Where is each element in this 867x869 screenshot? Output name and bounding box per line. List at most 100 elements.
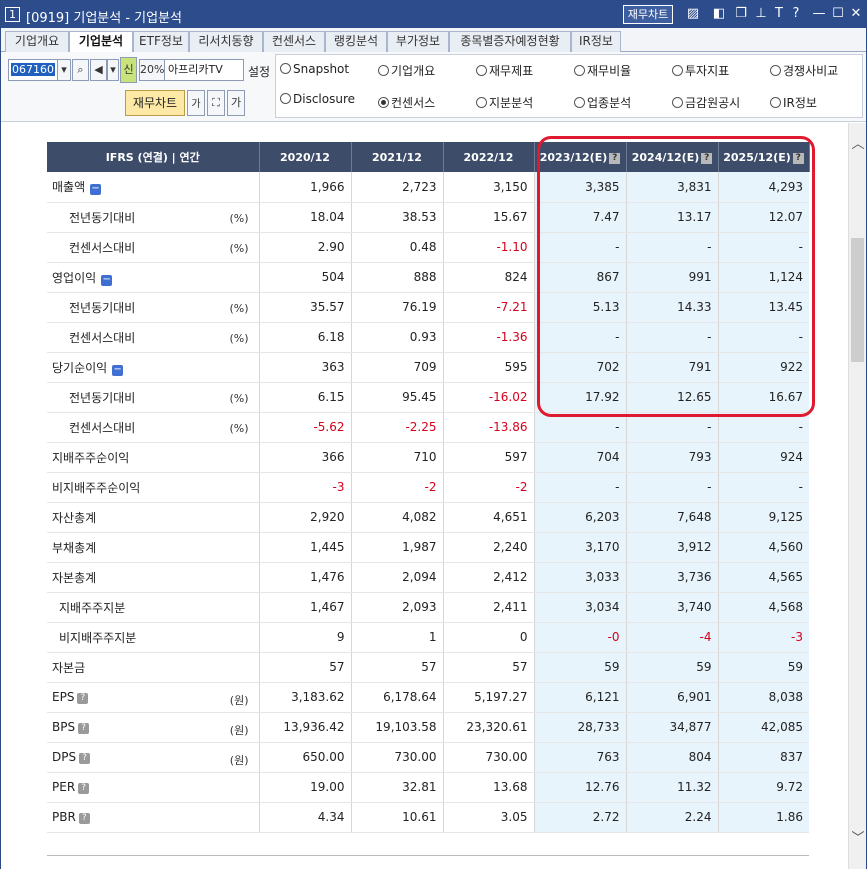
chart-icon[interactable]: ▨ — [685, 6, 701, 22]
help-icon[interactable]: ? — [788, 6, 804, 22]
estimate-help-icon[interactable]: ? — [792, 152, 804, 164]
row-label: 부채총계 — [52, 540, 97, 555]
column-header-label: 2023/12(E) — [539, 150, 608, 164]
scroll-thumb[interactable] — [851, 238, 864, 362]
scroll-down-icon[interactable]: ﹀ — [849, 831, 867, 847]
estimate-help-icon[interactable]: ? — [701, 152, 713, 164]
tab-etf-info[interactable]: ETF정보 — [133, 31, 189, 52]
collapse-icon[interactable]: − — [101, 274, 113, 286]
value-cell: 4,560 — [717, 532, 809, 563]
table-row: EPS? (원) 3,183.62 6,178.64 5,197.27 6,121 6,90… — [47, 682, 809, 713]
radio-indicator — [770, 65, 781, 76]
font-size-up-button[interactable]: 가 — [227, 90, 245, 116]
layout-icon[interactable]: ◧ — [711, 6, 727, 22]
percent-field[interactable]: 20% — [139, 59, 165, 81]
help-icon[interactable]: ? — [78, 723, 90, 734]
help-icon[interactable]: ? — [78, 813, 90, 824]
value-cell: - — [717, 412, 809, 443]
collapse-icon[interactable]: − — [112, 364, 124, 376]
tab-consensus[interactable]: 컨센서스 — [263, 31, 325, 52]
speaker-icon[interactable]: ◀ — [90, 59, 107, 81]
window-number[interactable]: 1 — [5, 7, 20, 22]
table-row: 자산총계 2,920 4,082 4,651 6,203 7,648 9,125 — [47, 502, 809, 533]
consensus-table: IFRS (연결) | 연간 2020/12 2021/12 2022/12 2023/… — [47, 142, 810, 833]
fit-screen-icon[interactable]: ⛶ — [207, 90, 225, 116]
vertical-scrollbar[interactable]: ︿ ﹀ — [848, 123, 866, 869]
search-icon[interactable]: ⌕ — [72, 59, 89, 81]
value-cell: 5.13 — [533, 292, 626, 323]
app-window: 1 [0919] 기업분석 - 기업분석 재무차트 ▨ ◧ ❐ ⊥ T ? — … — [0, 0, 867, 869]
table-row: 지배주주순이익 366 710 597 704 793 924 — [47, 442, 809, 473]
radio-label: IR정보 — [783, 96, 817, 110]
fin-chart-button[interactable]: 재무차트 — [125, 90, 185, 116]
value-cell: - — [533, 412, 626, 443]
code-dropdown-icon[interactable]: ▾ — [57, 59, 71, 81]
column-header-label: 2025/12(E) — [723, 150, 791, 164]
help-icon[interactable]: ? — [79, 753, 91, 764]
pin-icon[interactable]: ⊥ — [753, 6, 769, 22]
radio-financial-ratios[interactable]: 재무비율 — [574, 62, 631, 79]
radio-label: Snapshot — [293, 62, 350, 76]
row-label-cell: 지배주주순이익 — [47, 442, 259, 473]
value-cell: 35.57 — [258, 292, 351, 323]
close-icon[interactable]: ✕ — [848, 6, 864, 22]
tab-capital-increase[interactable]: 종목별증자예정현황 — [449, 31, 571, 52]
radio-fss-disclosure[interactable]: 금감원공시 — [672, 94, 740, 111]
radio-company-overview[interactable]: 기업개요 — [378, 62, 435, 79]
help-icon[interactable]: ? — [77, 693, 89, 704]
tab-ir-info[interactable]: IR정보 — [571, 31, 621, 52]
row-label: 컨센서스대비 — [69, 240, 136, 255]
table-body: 매출액 −1,966 2,723 3,150 3,385 3,831 4,293 전년동기대비… — [47, 172, 809, 833]
value-cell: 32.81 — [350, 772, 443, 803]
value-cell: -16.02 — [442, 382, 534, 413]
value-cell: -2 — [442, 472, 534, 503]
value-cell: 922 — [717, 352, 809, 383]
collapse-icon[interactable]: − — [90, 184, 102, 196]
radio-investment-indicators[interactable]: 투자지표 — [672, 62, 729, 79]
title-bar: 1 [0919] 기업분석 - 기업분석 재무차트 ▨ ◧ ❐ ⊥ T ? — … — [1, 1, 866, 28]
value-cell: 4,651 — [442, 502, 534, 533]
maximize-icon[interactable]: ☐ — [830, 6, 846, 22]
radio-peer-comparison[interactable]: 경쟁사비교 — [770, 62, 838, 79]
stock-code-input[interactable]: 067160 — [8, 59, 58, 81]
speaker-dropdown-icon[interactable]: ▾ — [107, 59, 119, 81]
titlebar-fin-chart-button[interactable]: 재무차트 — [623, 5, 673, 24]
value-cell: 3,912 — [625, 532, 718, 563]
value-cell: 2.24 — [625, 802, 718, 833]
value-cell: 595 — [442, 352, 534, 383]
radio-consensus[interactable]: 컨센서스 — [378, 94, 435, 111]
radio-equity-analysis[interactable]: 지분분석 — [476, 94, 533, 111]
radio-financial-statements[interactable]: 재무제표 — [476, 62, 533, 79]
new-badge[interactable]: 신 — [120, 57, 137, 83]
scroll-up-icon[interactable]: ︿ — [849, 137, 867, 153]
font-icon[interactable]: T — [771, 6, 787, 22]
column-header-label: 2022/12 — [463, 150, 514, 164]
font-size-down-button[interactable]: 가 — [187, 90, 205, 116]
copy-icon[interactable]: ❐ — [733, 6, 749, 22]
value-cell: 11.32 — [625, 772, 718, 803]
estimate-help-icon[interactable]: ? — [609, 152, 621, 164]
table-row: 컨센서스대비 (%) -5.62 -2.25 -13.86- - - — [47, 412, 809, 443]
tab-research[interactable]: 리서치동향 — [189, 31, 263, 52]
tab-company-overview[interactable]: 기업개요 — [5, 31, 69, 52]
value-cell: 6.15 — [258, 382, 351, 413]
radio-disclosure[interactable]: Disclosure — [280, 92, 355, 106]
radio-snapshot[interactable]: Snapshot — [280, 62, 349, 76]
minimize-icon[interactable]: — — [811, 6, 827, 22]
company-name-field[interactable]: 아프리카TV — [164, 59, 244, 81]
row-label: 비지배주주순이익 — [52, 480, 141, 495]
tab-ranking[interactable]: 랭킹분석 — [325, 31, 387, 52]
value-cell: 710 — [350, 442, 443, 473]
radio-ir-info[interactable]: IR정보 — [770, 94, 817, 111]
tab-company-analysis[interactable]: 기업분석 — [69, 31, 133, 53]
radio-industry-analysis[interactable]: 업종분석 — [574, 94, 631, 111]
row-label: PER — [52, 780, 76, 794]
radio-indicator — [476, 97, 487, 108]
tab-extra-info[interactable]: 부가정보 — [387, 31, 449, 52]
value-cell: 5,197.27 — [442, 682, 534, 713]
help-icon[interactable]: ? — [78, 783, 90, 794]
table-row: 부채총계 1,445 1,987 2,240 3,170 3,912 4,560 — [47, 532, 809, 563]
row-label: BPS — [52, 720, 76, 734]
setting-label[interactable]: 설정 — [248, 63, 270, 80]
unit-label: (%) — [229, 391, 249, 405]
